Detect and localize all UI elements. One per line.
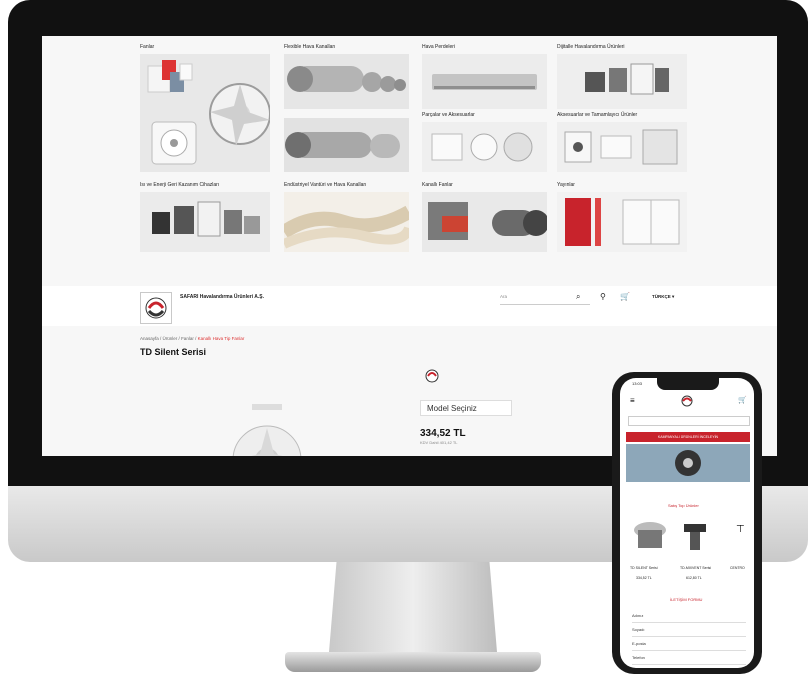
- category-image-kanalli[interactable]: [422, 192, 547, 252]
- model-select[interactable]: Model Seçiniz: [420, 400, 512, 416]
- category-title-dijital[interactable]: Dijitalle Havalandırma Ürünleri: [557, 44, 625, 50]
- mobile-product-image-1[interactable]: [630, 518, 670, 554]
- category-title-hava-perdeleri[interactable]: Hava Perdeleri: [422, 44, 455, 50]
- breadcrumb-current: Kanallı Hava Tip Fanlar: [197, 336, 245, 341]
- cart-icon[interactable]: 🛒: [620, 292, 630, 301]
- phone-notch: [657, 378, 719, 390]
- form-field-name[interactable]: Adınız: [632, 610, 746, 623]
- category-title-parcalar[interactable]: Parçalar ve Aksesuarlar: [422, 112, 475, 118]
- mobile-product-price-1: 334,52 TL: [636, 576, 652, 580]
- category-title-kanalli[interactable]: Kanallı Fanlar: [422, 182, 453, 188]
- product-price: 334,52 TL: [420, 428, 466, 439]
- search-icon[interactable]: ⌕: [576, 292, 580, 302]
- mobile-product-price-2: 612,80 TL: [686, 576, 702, 580]
- language-label: TÜRKÇE: [652, 294, 671, 299]
- category-title-yayinlar[interactable]: Yayınlar: [557, 182, 575, 188]
- category-image-fanlar[interactable]: [140, 54, 270, 172]
- form-field-email[interactable]: E-posta: [632, 638, 746, 651]
- product-image: [222, 404, 312, 456]
- breadcrumb-fans[interactable]: Fanlar: [181, 336, 194, 341]
- company-name: SAFARI Havalandırma Ürünleri A.Ş.: [180, 294, 265, 300]
- user-icon[interactable]: ⚲: [600, 292, 606, 301]
- brand-logo-small: [424, 368, 440, 384]
- category-image-flexible[interactable]: [284, 54, 409, 109]
- category-title-flexible[interactable]: Flexible Hava Kanalları: [284, 44, 335, 50]
- category-title-isi-enerji[interactable]: Isı ve Enerji Geri Kazanım Cihazları: [140, 182, 219, 188]
- category-image-hava-perdeleri[interactable]: [422, 54, 547, 109]
- breadcrumb-home[interactable]: Anasayfa: [140, 336, 159, 341]
- mobile-promo-banner[interactable]: KAMPANYALI ÜRÜNLERİ İNCELEYİN: [626, 432, 750, 442]
- mobile-cart-icon[interactable]: 🛒: [738, 396, 747, 404]
- category-image-flexible-2[interactable]: [284, 118, 409, 172]
- page-title: TD Silent Serisi: [140, 347, 207, 357]
- mobile-product-image-2[interactable]: [680, 518, 710, 554]
- category-image-parcalar[interactable]: [422, 122, 547, 172]
- menu-icon[interactable]: ≡: [630, 396, 635, 405]
- category-title-aksesuarlar[interactable]: Aksesuarlar ve Tamamlayıcı Ürünler: [557, 112, 637, 118]
- breadcrumb-products[interactable]: Ürünler: [163, 336, 178, 341]
- category-image-yayinlar[interactable]: [557, 192, 687, 252]
- mobile-search[interactable]: [628, 416, 750, 426]
- category-image-dijital[interactable]: [557, 54, 687, 109]
- mobile-product-image-3[interactable]: ⊤: [736, 524, 745, 535]
- category-title-endustriyel[interactable]: Endüstriyel Vantüri ve Hava Kanalları: [284, 182, 366, 188]
- chevron-down-icon: ▾: [672, 294, 675, 299]
- breadcrumb: Anasayfa / Ürünler / Fanlar / Kanallı Ha…: [140, 336, 245, 341]
- mobile-form-title: İLETİŞİM FORMU: [670, 597, 703, 602]
- mobile-logo[interactable]: [680, 394, 694, 408]
- mobile-hero-image[interactable]: [626, 444, 750, 482]
- monitor-foot: [285, 652, 541, 672]
- mobile-product-label-3: CENTRO: [730, 566, 745, 570]
- price-vat-note: KDV Dahil 401,42 TL: [420, 440, 458, 445]
- category-image-endustriyel[interactable]: [284, 192, 409, 252]
- form-field-surname[interactable]: Soyadı: [632, 624, 746, 637]
- form-field-phone[interactable]: Telefon: [632, 652, 746, 665]
- phone-time: 13:03: [632, 381, 643, 386]
- category-image-aksesuarlar[interactable]: [557, 122, 687, 172]
- mobile-product-label-1: TD SILENT Serisi: [630, 566, 658, 570]
- monitor-stand: [328, 562, 498, 664]
- company-logo[interactable]: [140, 292, 172, 324]
- language-selector[interactable]: TÜRKÇE ▾: [652, 294, 674, 300]
- mobile-section-title: Satış Top Ürünler: [668, 503, 699, 508]
- category-title-fanlar[interactable]: Fanlar: [140, 44, 154, 50]
- category-image-isi-enerji[interactable]: [140, 192, 270, 252]
- mobile-product-label-2: TD-MIXVENT Serisi: [680, 566, 712, 570]
